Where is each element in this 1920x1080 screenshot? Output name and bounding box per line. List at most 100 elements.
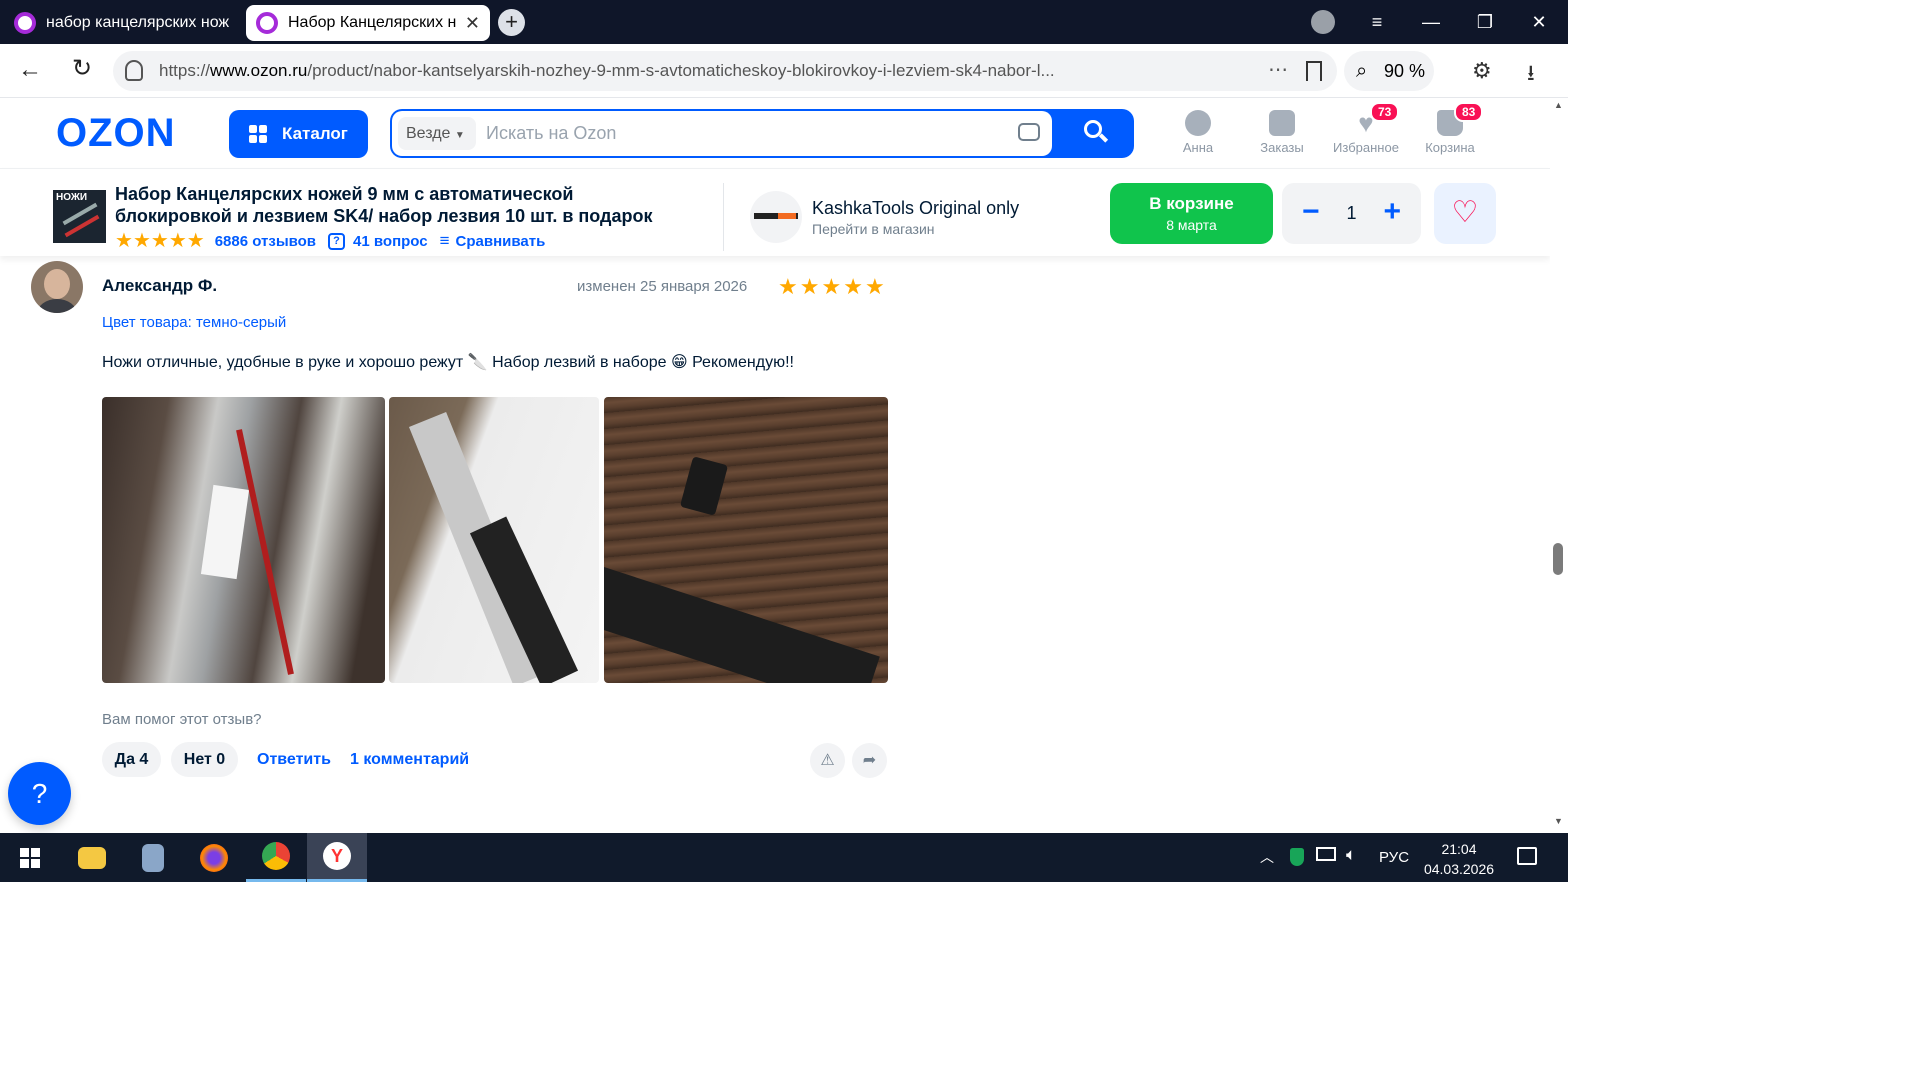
clock[interactable]: 21:04 04.03.2026 bbox=[1416, 839, 1502, 879]
comments-link[interactable]: 1 комментарий bbox=[350, 751, 469, 769]
clock-time: 21:04 bbox=[1441, 841, 1477, 857]
review-photo[interactable] bbox=[389, 397, 599, 683]
nav-favorites[interactable]: ♥ 73 Избранное bbox=[1326, 102, 1406, 155]
nav-profile[interactable]: Анна bbox=[1158, 110, 1238, 155]
in-cart-button[interactable]: В корзине 8 марта bbox=[1110, 183, 1273, 244]
search-scope-select[interactable]: Везде ▼ bbox=[398, 117, 476, 150]
delivery-date: 8 марта bbox=[1166, 217, 1217, 233]
star-icon: ★ bbox=[150, 230, 169, 252]
more-dots-icon[interactable]: ⋯ bbox=[1268, 57, 1288, 82]
zoom-icon: ⌕ bbox=[1356, 60, 1368, 82]
star-icon: ★ bbox=[799, 274, 822, 299]
questions-link[interactable]: 41 вопрос bbox=[353, 233, 428, 250]
review-color-variant[interactable]: Цвет товара: темно-серый bbox=[102, 314, 286, 331]
folder-icon bbox=[78, 846, 106, 869]
network-icon[interactable] bbox=[1316, 847, 1336, 861]
report-icon[interactable]: ⚠ bbox=[810, 743, 845, 778]
scroll-up-icon[interactable]: ▲ bbox=[1554, 100, 1563, 110]
reload-icon[interactable]: ↻ bbox=[72, 57, 92, 81]
windows-taskbar: Y ︿ 🔈︎ РУС 21:04 04.03.2026 bbox=[0, 833, 1568, 882]
shop-link[interactable]: Перейти в магазин bbox=[812, 221, 935, 237]
firefox-icon bbox=[200, 843, 228, 872]
profile-avatar-icon[interactable] bbox=[1311, 10, 1335, 34]
help-button[interactable]: ? bbox=[8, 762, 71, 825]
security-shield-icon[interactable] bbox=[1290, 848, 1304, 866]
nav-orders[interactable]: Заказы bbox=[1242, 110, 1322, 155]
helpful-yes-button[interactable]: Да 4 bbox=[102, 742, 161, 777]
scrollbar-thumb[interactable] bbox=[1553, 543, 1563, 575]
volume-icon[interactable]: 🔈︎ bbox=[1346, 845, 1356, 865]
ozon-favicon-icon bbox=[14, 12, 36, 34]
taskbar-calculator[interactable] bbox=[123, 833, 183, 882]
zoom-indicator[interactable]: ⌕ 90 % bbox=[1344, 51, 1434, 91]
url-field[interactable]: https://www.ozon.ru/product/nabor-kantse… bbox=[113, 51, 1337, 91]
box-icon bbox=[1269, 110, 1295, 136]
language-indicator[interactable]: РУС bbox=[1379, 849, 1409, 866]
start-button[interactable] bbox=[0, 833, 60, 882]
yandex-browser-icon: Y bbox=[323, 842, 351, 870]
review-photo[interactable] bbox=[604, 397, 888, 683]
catalog-button[interactable]: Каталог bbox=[229, 110, 368, 158]
notifications-icon[interactable] bbox=[1517, 847, 1537, 865]
windows-icon bbox=[20, 847, 40, 868]
new-tab-button[interactable]: + bbox=[498, 9, 525, 36]
review-photo[interactable] bbox=[102, 397, 385, 683]
download-icon[interactable]: ⭳ bbox=[1527, 56, 1535, 94]
taskbar-yandex-browser[interactable]: Y bbox=[307, 833, 367, 882]
browser-tab-bar: набор канцелярских нож Набор Канцелярски… bbox=[0, 0, 1568, 44]
star-icon: ★ bbox=[132, 230, 151, 252]
menu-icon[interactable]: ≡ bbox=[1362, 8, 1392, 36]
star-icon: ★ bbox=[821, 274, 844, 299]
address-bar: ← ↻ https://www.ozon.ru/product/nabor-ka… bbox=[0, 44, 1568, 98]
browser-tab-search[interactable]: набор канцелярских нож bbox=[4, 5, 240, 41]
bookmark-icon[interactable] bbox=[1306, 61, 1322, 81]
minimize-icon[interactable]: — bbox=[1416, 8, 1446, 36]
thumbnail-text: НОЖИ bbox=[56, 192, 88, 203]
product-thumbnail[interactable]: НОЖИ bbox=[53, 190, 106, 243]
user-icon bbox=[1185, 110, 1211, 136]
chevron-up-icon[interactable]: ︿ bbox=[1260, 847, 1274, 867]
scroll-down-icon[interactable]: ▼ bbox=[1554, 816, 1563, 826]
extensions-icon[interactable]: ⚙ bbox=[1472, 58, 1492, 84]
search-input[interactable] bbox=[486, 119, 1006, 147]
divider bbox=[723, 183, 724, 251]
scrollbar[interactable]: ▲ ▼ bbox=[1550, 98, 1568, 833]
product-title[interactable]: Набор Канцелярских ножей 9 мм с автомати… bbox=[115, 183, 695, 227]
nav-label: Корзина bbox=[1425, 140, 1475, 155]
ozon-logo[interactable]: OZON bbox=[56, 111, 176, 156]
review-author: Александр Ф. bbox=[102, 276, 218, 295]
search-icon[interactable] bbox=[1082, 118, 1110, 146]
product-meta: ★ ★ ★ ★ ★ 6886 отзывов ? 41 вопрос ≡ Сравнив… bbox=[115, 231, 545, 251]
in-cart-label: В корзине bbox=[1149, 194, 1234, 213]
ozon-favicon-icon bbox=[256, 12, 278, 34]
helpful-question: Вам помог этот отзыв? bbox=[102, 711, 262, 728]
taskbar-firefox[interactable] bbox=[184, 833, 244, 882]
star-icon: ★ bbox=[115, 230, 133, 252]
search-box: Везде ▼ bbox=[392, 111, 1052, 156]
favorite-button[interactable]: ♡ bbox=[1434, 183, 1496, 244]
plus-button[interactable]: + bbox=[1383, 197, 1401, 227]
share-icon[interactable]: ➦ bbox=[852, 743, 887, 778]
shop-name[interactable]: KashkaTools Original only bbox=[812, 198, 1019, 219]
compare-link[interactable]: Сравнивать bbox=[456, 233, 546, 250]
browser-tab-product[interactable]: Набор Канцелярских н ✕ bbox=[246, 5, 490, 41]
review-date: изменен 25 января 2026 bbox=[577, 278, 748, 295]
shop-logo[interactable] bbox=[750, 191, 802, 243]
reviews-link[interactable]: 6886 отзывов bbox=[215, 233, 316, 250]
close-tab-icon[interactable]: ✕ bbox=[465, 13, 480, 34]
camera-icon[interactable] bbox=[1018, 123, 1040, 141]
taskbar-chrome[interactable] bbox=[246, 833, 306, 882]
nav-cart[interactable]: 83 Корзина bbox=[1410, 102, 1490, 155]
nav-label: Анна bbox=[1182, 140, 1214, 155]
close-window-icon[interactable]: ✕ bbox=[1524, 8, 1554, 36]
reply-link[interactable]: Ответить bbox=[257, 751, 331, 769]
shield-icon[interactable] bbox=[125, 60, 143, 81]
nav-label: Заказы bbox=[1260, 140, 1304, 155]
product-sticky-bar: НОЖИ Набор Канцелярских ножей 9 мм с авт… bbox=[0, 168, 1550, 256]
review-rating: ★★★★★ bbox=[778, 274, 887, 299]
site-header: OZON Каталог Везде ▼ Анна Заказы ♥ 73 Из… bbox=[0, 98, 1550, 168]
restore-icon[interactable]: ❐ bbox=[1470, 8, 1500, 36]
back-arrow-icon[interactable]: ← bbox=[18, 58, 42, 82]
helpful-no-button[interactable]: Нет 0 bbox=[171, 742, 238, 777]
taskbar-explorer[interactable] bbox=[62, 833, 122, 882]
